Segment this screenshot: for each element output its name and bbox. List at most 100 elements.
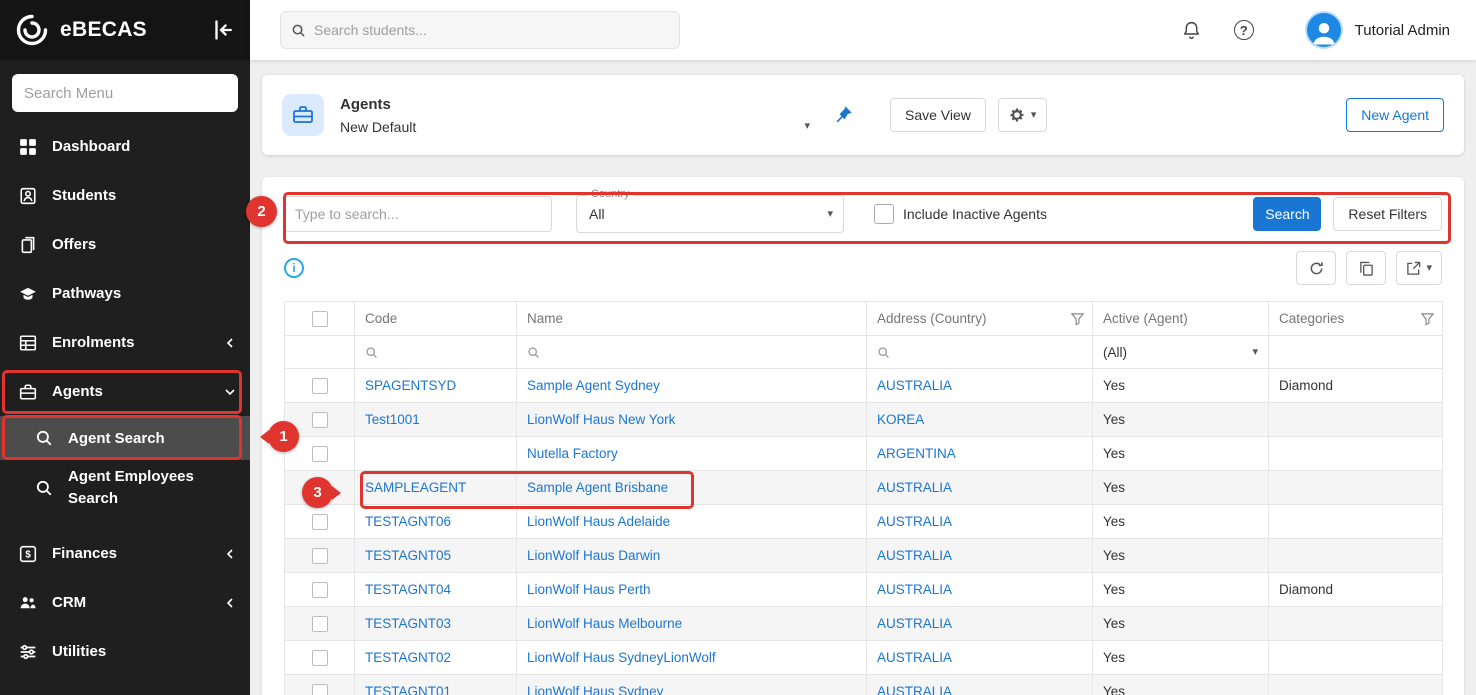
grid-row[interactable]: TESTAGNT05LionWolf Haus DarwinAUSTRALIAY… [285, 539, 1443, 573]
cell-name[interactable]: Sample Agent Sydney [517, 369, 867, 403]
cell-country[interactable]: AUSTRALIA [867, 607, 1093, 641]
sidebar-item-agent-search[interactable]: Agent Search [0, 416, 250, 460]
sidebar-item-dashboard[interactable]: Dashboard [0, 122, 250, 171]
row-checkbox[interactable] [312, 446, 328, 462]
grid-row[interactable]: TESTAGNT02LionWolf Haus SydneyLionWolfAU… [285, 641, 1443, 675]
column-header-address[interactable]: Address (Country) [867, 302, 1093, 336]
row-checkbox[interactable] [312, 684, 328, 695]
sidebar-item-utilities[interactable]: Utilities [0, 627, 250, 676]
grid-row[interactable]: TESTAGNT06LionWolf Haus AdelaideAUSTRALI… [285, 505, 1443, 539]
refresh-button[interactable] [1296, 251, 1336, 285]
column-header-name[interactable]: Name [517, 302, 867, 336]
cell-country[interactable]: AUSTRALIA [867, 369, 1093, 403]
notifications-bell-icon[interactable] [1179, 17, 1205, 43]
cell-name[interactable]: LionWolf Haus Sydney [517, 675, 867, 695]
view-settings-button[interactable]: ▾ [998, 98, 1048, 132]
cell-country[interactable]: AUSTRALIA [867, 641, 1093, 675]
sidebar-item-agent-employees-search[interactable]: Agent Employees Search [0, 460, 250, 516]
filter-cell-address[interactable] [867, 336, 1093, 369]
cell-name[interactable]: LionWolf Haus Darwin [517, 539, 867, 573]
column-header-categories[interactable]: Categories [1269, 302, 1443, 336]
reset-filters-button[interactable]: Reset Filters [1333, 197, 1442, 231]
cell-code[interactable]: SAMPLEAGENT [355, 471, 517, 505]
cell-name[interactable]: LionWolf Haus Adelaide [517, 505, 867, 539]
export-button[interactable]: ▾ [1396, 251, 1442, 285]
search-button[interactable]: Search [1253, 197, 1321, 231]
row-checkbox[interactable] [312, 378, 328, 394]
sidebar-item-students[interactable]: Students [0, 171, 250, 220]
pin-view-icon[interactable] [832, 104, 854, 126]
country-select[interactable]: Country All ▾ [576, 195, 844, 233]
cell-country[interactable]: KOREA [867, 403, 1093, 437]
cell-country[interactable]: AUSTRALIA [867, 505, 1093, 539]
info-icon[interactable]: i [284, 258, 304, 278]
cell-name[interactable]: Nutella Factory [517, 437, 867, 471]
sidebar-item-enrolments[interactable]: Enrolments [0, 318, 250, 367]
row-checkbox[interactable] [312, 650, 328, 666]
row-checkbox[interactable] [312, 412, 328, 428]
row-checkbox[interactable] [312, 548, 328, 564]
row-select-cell [285, 675, 355, 695]
cell-country[interactable]: ARGENTINA [867, 437, 1093, 471]
cell-code[interactable]: SPAGENTSYD [355, 369, 517, 403]
sidebar-item-offers[interactable]: Offers [0, 220, 250, 269]
cell-name[interactable]: Sample Agent Brisbane [517, 471, 867, 505]
filter-cell-name[interactable] [517, 336, 867, 369]
column-header-code[interactable]: Code [355, 302, 517, 336]
chevron-down-icon: ▾ [1252, 347, 1258, 358]
cell-code[interactable]: TESTAGNT05 [355, 539, 517, 573]
cell-code[interactable]: TESTAGNT06 [355, 505, 517, 539]
cell-name[interactable]: LionWolf Haus SydneyLionWolf [517, 641, 867, 675]
select-all-checkbox[interactable] [312, 311, 328, 327]
grid-row[interactable]: SAMPLEAGENTSample Agent BrisbaneAUSTRALI… [285, 471, 1443, 505]
copy-button[interactable] [1346, 251, 1386, 285]
row-checkbox[interactable] [312, 514, 328, 530]
include-inactive-checkbox-group[interactable]: Include Inactive Agents [874, 204, 1047, 224]
cell-country[interactable]: AUSTRALIA [867, 471, 1093, 505]
cell-country[interactable]: AUSTRALIA [867, 573, 1093, 607]
grid-row[interactable]: Nutella FactoryARGENTINAYes [285, 437, 1443, 471]
grid-toolbar: i ▾ [262, 233, 1464, 285]
filter-cell-active[interactable]: (All) ▾ [1093, 336, 1269, 369]
student-search-input[interactable] [314, 22, 669, 38]
cell-country[interactable]: AUSTRALIA [867, 675, 1093, 695]
student-search [280, 11, 680, 49]
menu-search-input[interactable] [12, 74, 238, 112]
include-inactive-checkbox[interactable] [874, 204, 894, 224]
sidebar-item-pathways[interactable]: Pathways [0, 269, 250, 318]
grid-row[interactable]: TESTAGNT03LionWolf Haus MelbourneAUSTRAL… [285, 607, 1443, 641]
sidebar-item-crm[interactable]: CRM [0, 578, 250, 627]
cell-code[interactable] [355, 437, 517, 471]
cell-country[interactable]: AUSTRALIA [867, 539, 1093, 573]
new-agent-button[interactable]: New Agent [1346, 98, 1444, 132]
grid-row[interactable]: Test1001LionWolf Haus New YorkKOREAYes [285, 403, 1443, 437]
row-checkbox[interactable] [312, 616, 328, 632]
view-selector[interactable]: New Default ▾ [340, 119, 810, 135]
sidebar-collapse-icon[interactable] [210, 17, 236, 43]
cell-name[interactable]: LionWolf Haus Melbourne [517, 607, 867, 641]
cell-name[interactable]: LionWolf Haus Perth [517, 573, 867, 607]
cell-code[interactable]: Test1001 [355, 403, 517, 437]
filter-funnel-icon[interactable] [1071, 312, 1084, 325]
cell-code[interactable]: TESTAGNT02 [355, 641, 517, 675]
agent-filter-search-input[interactable] [284, 196, 552, 232]
cell-code[interactable]: TESTAGNT01 [355, 675, 517, 695]
sidebar-item-finances[interactable]: $ Finances [0, 529, 250, 578]
cell-categories [1269, 403, 1443, 437]
filter-cell-categories[interactable] [1269, 336, 1443, 369]
save-view-button[interactable]: Save View [890, 98, 986, 132]
cell-code[interactable]: TESTAGNT04 [355, 573, 517, 607]
cell-name[interactable]: LionWolf Haus New York [517, 403, 867, 437]
sidebar-item-agents[interactable]: Agents [0, 367, 250, 416]
filter-funnel-icon[interactable] [1421, 312, 1434, 325]
grid-row[interactable]: SPAGENTSYDSample Agent SydneyAUSTRALIAYe… [285, 369, 1443, 403]
filter-cell-code[interactable] [355, 336, 517, 369]
cell-code[interactable]: TESTAGNT03 [355, 607, 517, 641]
help-icon[interactable]: ? [1231, 17, 1257, 43]
row-checkbox[interactable] [312, 480, 328, 496]
row-checkbox[interactable] [312, 582, 328, 598]
grid-row[interactable]: TESTAGNT01LionWolf Haus SydneyAUSTRALIAY… [285, 675, 1443, 695]
user-menu[interactable]: Tutorial Admin [1305, 11, 1450, 49]
column-header-active[interactable]: Active (Agent) [1093, 302, 1269, 336]
grid-row[interactable]: TESTAGNT04LionWolf Haus PerthAUSTRALIAYe… [285, 573, 1443, 607]
